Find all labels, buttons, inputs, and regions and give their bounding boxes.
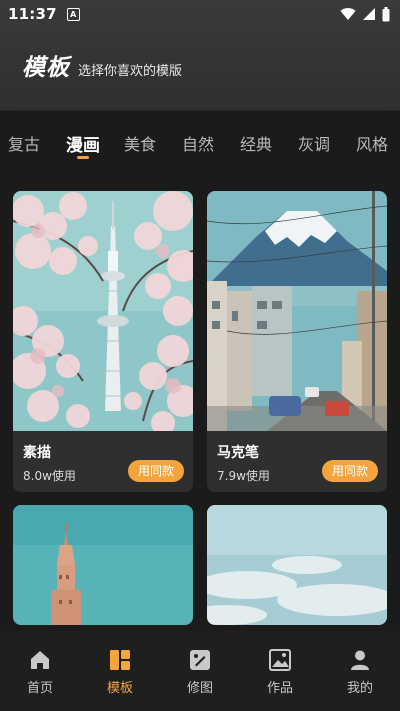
template-usage-count: 7.9w使用 xyxy=(217,469,270,483)
status-bar: 11:37 A xyxy=(0,0,400,28)
tab-retro[interactable]: 复古 xyxy=(8,131,40,155)
nav-label: 作品 xyxy=(266,681,293,696)
nav-label: 我的 xyxy=(346,681,373,696)
use-template-button[interactable]: 用同款 xyxy=(128,460,184,482)
tab-label: 灰调 xyxy=(298,135,331,154)
signal-icon xyxy=(363,8,375,20)
tab-classic[interactable]: 经典 xyxy=(240,131,272,155)
tab-label: 经典 xyxy=(240,135,273,154)
page-subtitle: 选择你喜欢的模版 xyxy=(78,64,183,79)
notification-icon: A xyxy=(66,7,80,21)
tab-label: 风格 xyxy=(356,135,389,154)
template-icon xyxy=(110,650,130,670)
nav-home[interactable]: 首页 xyxy=(0,631,80,711)
tab-label: 美食 xyxy=(124,135,157,154)
app-screen: 11:37 A 模板 选择你喜欢的模版 复古 漫画 美食 自然 经典 灰调 风格… xyxy=(0,0,400,711)
tab-food[interactable]: 美食 xyxy=(124,131,156,155)
gallery-icon xyxy=(269,649,291,671)
status-time: 11:37 xyxy=(8,5,57,23)
active-tab-indicator xyxy=(77,156,89,159)
tab-gray[interactable]: 灰调 xyxy=(298,131,330,155)
template-image-sky xyxy=(207,505,387,625)
tab-label: 自然 xyxy=(182,135,215,154)
template-image-tower xyxy=(13,505,193,625)
nav-works[interactable]: 作品 xyxy=(240,631,320,711)
template-name: 素描 xyxy=(23,445,51,461)
nav-template[interactable]: 模板 xyxy=(80,631,160,711)
page-header: 模板 选择你喜欢的模版 xyxy=(22,48,182,82)
nav-profile[interactable]: 我的 xyxy=(320,631,400,711)
nav-label: 修图 xyxy=(186,681,213,696)
template-panel: 复古 漫画 美食 自然 经典 灰调 风格 素描 8.0w使用 用同款 马克笔 7… xyxy=(0,111,400,631)
home-icon xyxy=(31,651,49,669)
wifi-icon xyxy=(340,8,356,20)
use-template-button[interactable]: 用同款 xyxy=(322,460,378,482)
nav-label: 模板 xyxy=(106,681,133,696)
tab-comic[interactable]: 漫画 xyxy=(66,131,100,159)
page-title: 模板 xyxy=(22,55,70,81)
tab-nature[interactable]: 自然 xyxy=(182,131,214,155)
nav-edit[interactable]: 修图 xyxy=(160,631,240,711)
template-image-marker xyxy=(207,191,387,431)
template-card[interactable] xyxy=(207,505,387,625)
profile-icon xyxy=(351,650,369,670)
template-card[interactable]: 马克笔 7.9w使用 用同款 xyxy=(207,191,387,492)
tab-label: 漫画 xyxy=(66,136,100,156)
bottom-navigation: 首页 模板 修图 作品 我的 xyxy=(0,631,400,711)
category-tabs: 复古 漫画 美食 自然 经典 灰调 风格 xyxy=(0,131,400,171)
template-card[interactable]: 素描 8.0w使用 用同款 xyxy=(13,191,193,492)
battery-icon xyxy=(382,6,390,21)
template-usage-count: 8.0w使用 xyxy=(23,469,76,483)
template-name: 马克笔 xyxy=(217,445,259,461)
nav-label: 首页 xyxy=(26,681,53,696)
tab-style[interactable]: 风格 xyxy=(356,131,388,155)
edit-photo-icon xyxy=(190,650,210,670)
template-image-sketch xyxy=(13,191,193,431)
template-card[interactable] xyxy=(13,505,193,625)
tab-label: 复古 xyxy=(8,135,41,154)
